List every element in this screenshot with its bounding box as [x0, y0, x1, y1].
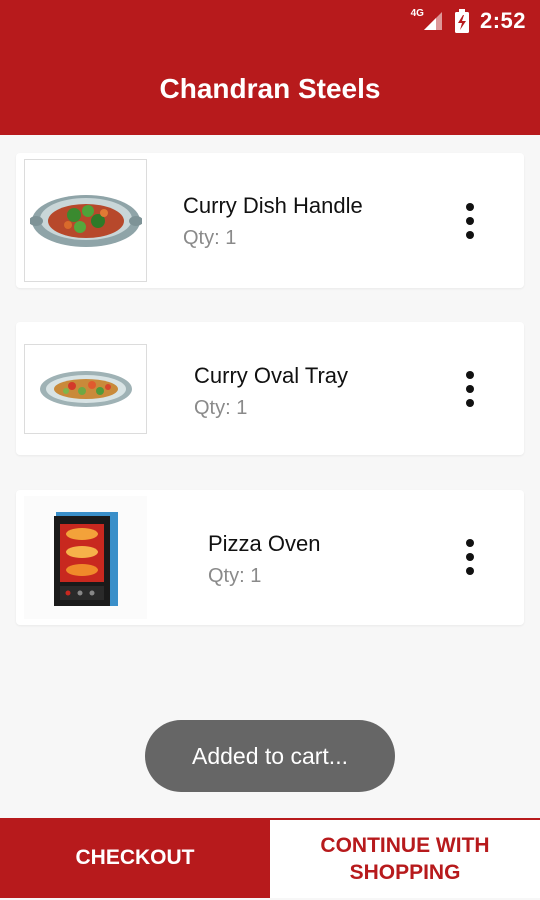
more-dot: [466, 553, 474, 561]
item-qty: Qty: 1: [183, 227, 237, 249]
app-bar: Chandran Steels: [0, 42, 540, 135]
cart-item[interactable]: Curry Oval Tray Qty: 1: [16, 322, 524, 455]
continue-shopping-button[interactable]: CONTINUE WITH SHOPPING: [270, 818, 540, 898]
cart-item[interactable]: Pizza Oven Qty: 1: [16, 490, 524, 625]
item-name: Curry Oval Tray: [194, 363, 349, 388]
item-name: Pizza Oven: [208, 531, 321, 556]
more-vert-icon[interactable]: [455, 364, 485, 414]
network-type-label: 4G: [410, 7, 424, 19]
status-indicators: 4G 2:52: [411, 0, 526, 42]
item-name: Curry Dish Handle: [183, 193, 363, 218]
bottom-action-bar: CHECKOUT CONTINUE WITH SHOPPING: [0, 818, 540, 900]
more-dot: [466, 567, 474, 575]
cart-item[interactable]: Curry Dish Handle Qty: 1: [16, 153, 524, 288]
checkout-button-label: CHECKOUT: [75, 846, 195, 869]
pizza-oven-image: [24, 496, 147, 619]
curry-dish-handle-image: [24, 159, 147, 282]
more-dot: [466, 203, 474, 211]
toast-message: Added to cart...: [145, 720, 395, 792]
battery-charging-icon: [454, 9, 470, 33]
status-bar: 4G 2:52: [0, 0, 540, 42]
more-dot: [466, 385, 474, 393]
app-title: Chandran Steels: [159, 72, 381, 104]
status-time: 2:52: [479, 8, 526, 33]
more-dot: [466, 217, 474, 225]
item-qty: Qty: 1: [194, 397, 248, 419]
checkout-button[interactable]: CHECKOUT: [0, 818, 270, 898]
more-vert-icon[interactable]: [455, 196, 485, 246]
more-dot: [466, 539, 474, 547]
continue-shopping-button-label: CONTINUE WITH SHOPPING: [320, 834, 490, 884]
more-vert-icon[interactable]: [455, 532, 485, 582]
item-qty: Qty: 1: [208, 565, 262, 587]
more-dot: [466, 231, 474, 239]
toast-text: Added to cart...: [192, 742, 348, 769]
curry-oval-tray-image: [24, 344, 147, 434]
signal-icon: [422, 10, 444, 32]
more-dot: [466, 399, 474, 407]
more-dot: [466, 371, 474, 379]
